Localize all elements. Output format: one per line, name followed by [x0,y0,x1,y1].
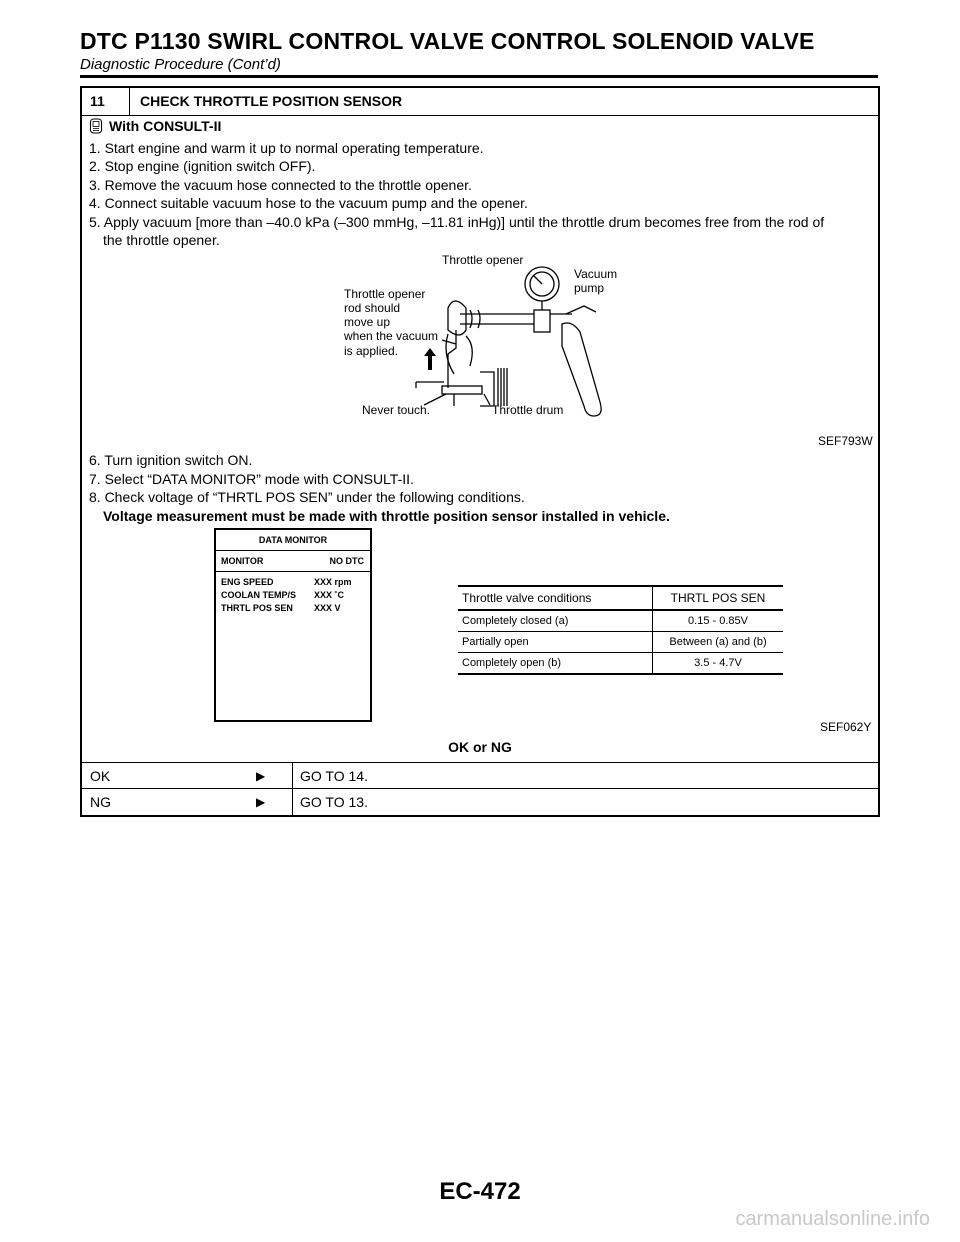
label-rod-4: when the vacuum [343,329,438,343]
instruction-line: 3. Remove the vacuum hose connected to t… [89,176,472,193]
instruction-line: 6. Turn ignition switch ON. [89,452,253,468]
label-never-touch: Never touch. [362,403,430,417]
monitor-item-name: ENG SPEED [221,577,274,587]
table-cell: 3.5 - 4.7V [652,652,783,675]
throttle-conditions-table: Throttle valve conditions THRTL POS SEN … [458,585,783,675]
label-throttle-drum: Throttle drum [492,403,563,417]
table-row: Partially open Between (a) and (b) [458,631,783,653]
answer-divider [292,789,293,815]
page-header: DTC P1130 SWIRL CONTROL VALVE CONTROL SO… [80,28,815,75]
instruction-line: 5. Apply vacuum [more than –40.0 kPa (–3… [89,213,825,230]
consult-label: With CONSULT-II [109,118,222,134]
monitor-item-value: XXX V [314,603,341,613]
up-arrow-icon [424,348,436,370]
answer-key: OK [90,768,111,784]
figure2-code: SEF062Y [820,720,872,734]
label-vacuum: Vacuum [574,267,617,281]
answer-key: NG [90,794,111,810]
header-rule [80,75,878,78]
answer-divider [292,763,293,789]
consult-line: With CONSULT-II [89,117,824,139]
monitor-row: ENG SPEED XXX rpm [216,576,370,589]
label-rod-3: move up [344,315,390,329]
monitor-item-name: THRTL POS SEN [221,603,293,613]
table-header-cell: THRTL POS SEN [652,585,783,611]
step-number: 11 [82,88,130,115]
answer-row-ng: NG ▶ GO TO 13. [82,788,878,815]
no-dtc-label: NO DTC [329,556,365,566]
data-monitor-subheader: MONITOR NO DTC [216,551,370,572]
instruction-line: 2. Stop engine (ignition switch OFF). [89,158,316,174]
answer-row-ok: OK ▶ GO TO 14. [82,762,878,789]
monitor-item-value: XXX rpm [314,577,352,587]
page-title: DTC P1130 SWIRL CONTROL VALVE CONTROL SO… [80,28,815,54]
answer-value: GO TO 13. [300,794,368,810]
page-number: EC-472 [439,1178,521,1205]
table-row: Completely closed (a) 0.15 - 0.85V [458,610,783,632]
table-cell: 0.15 - 0.85V [652,610,783,632]
instructions-a: With CONSULT-II 1. Start engine and warm… [89,117,824,250]
step-title: CHECK THROTTLE POSITION SENSOR [140,93,403,109]
figure1-code: SEF793W [818,434,873,448]
label-pump: pump [574,281,604,295]
table-header-cell: Throttle valve conditions [458,585,653,611]
table-cell: Between (a) and (b) [652,631,783,653]
monitor-label: MONITOR [221,556,264,566]
table-cell: Partially open [458,631,653,653]
instruction-line: 7. Select “DATA MONITOR” mode with CONSU… [89,470,414,487]
consult-icon [89,118,103,139]
table-header-row: Throttle valve conditions THRTL POS SEN [458,585,783,611]
procedure-box: 11 CHECK THROTTLE POSITION SENSOR With C… [80,86,880,817]
step-header: 11 CHECK THROTTLE POSITION SENSOR [82,88,878,116]
monitor-row: COOLAN TEMP/S XXX ˚C [216,589,370,602]
instruction-line: 4. Connect suitable vacuum hose to the v… [89,195,528,211]
monitor-row: THRTL POS SEN XXX V [216,602,370,615]
table-row: Completely open (b) 3.5 - 4.7V [458,652,783,675]
table-cell: Completely closed (a) [458,610,653,632]
instruction-line: 8. Check voltage of “THRTL POS SEN” unde… [89,489,525,505]
data-monitor-title: DATA MONITOR [216,530,370,551]
instruction-line: the throttle opener. [103,232,220,248]
answer-value: GO TO 14. [300,768,368,784]
data-monitor-screen: DATA MONITOR MONITOR NO DTC ENG SPEED XX… [214,528,372,722]
label-rod-5: is applied. [344,344,398,358]
label-throttle-opener: Throttle opener [442,253,523,267]
watermark: carmanualsonline.info [735,1208,930,1230]
instruction-note: Voltage measurement must be made with th… [103,507,670,524]
arrow-right-icon: ▶ [256,769,266,783]
table-cell: Completely open (b) [458,652,653,675]
label-rod-2: rod should [344,301,400,315]
result-label: OK or NG [448,739,512,755]
throttle-opener-diagram: Throttle opener Vacuum pump Throttle ope… [343,253,617,417]
page-subtitle: Diagnostic Procedure (Cont’d) [80,56,281,73]
arrow-right-icon: ▶ [256,795,266,809]
monitor-item-value: XXX ˚C [314,590,345,600]
label-rod-1: Throttle opener [344,287,425,301]
instructions-b: 6. Turn ignition switch ON. 7. Select “D… [89,451,670,525]
monitor-item-name: COOLAN TEMP/S [221,590,297,600]
instruction-line: 1. Start engine and warm it up to normal… [89,139,484,156]
